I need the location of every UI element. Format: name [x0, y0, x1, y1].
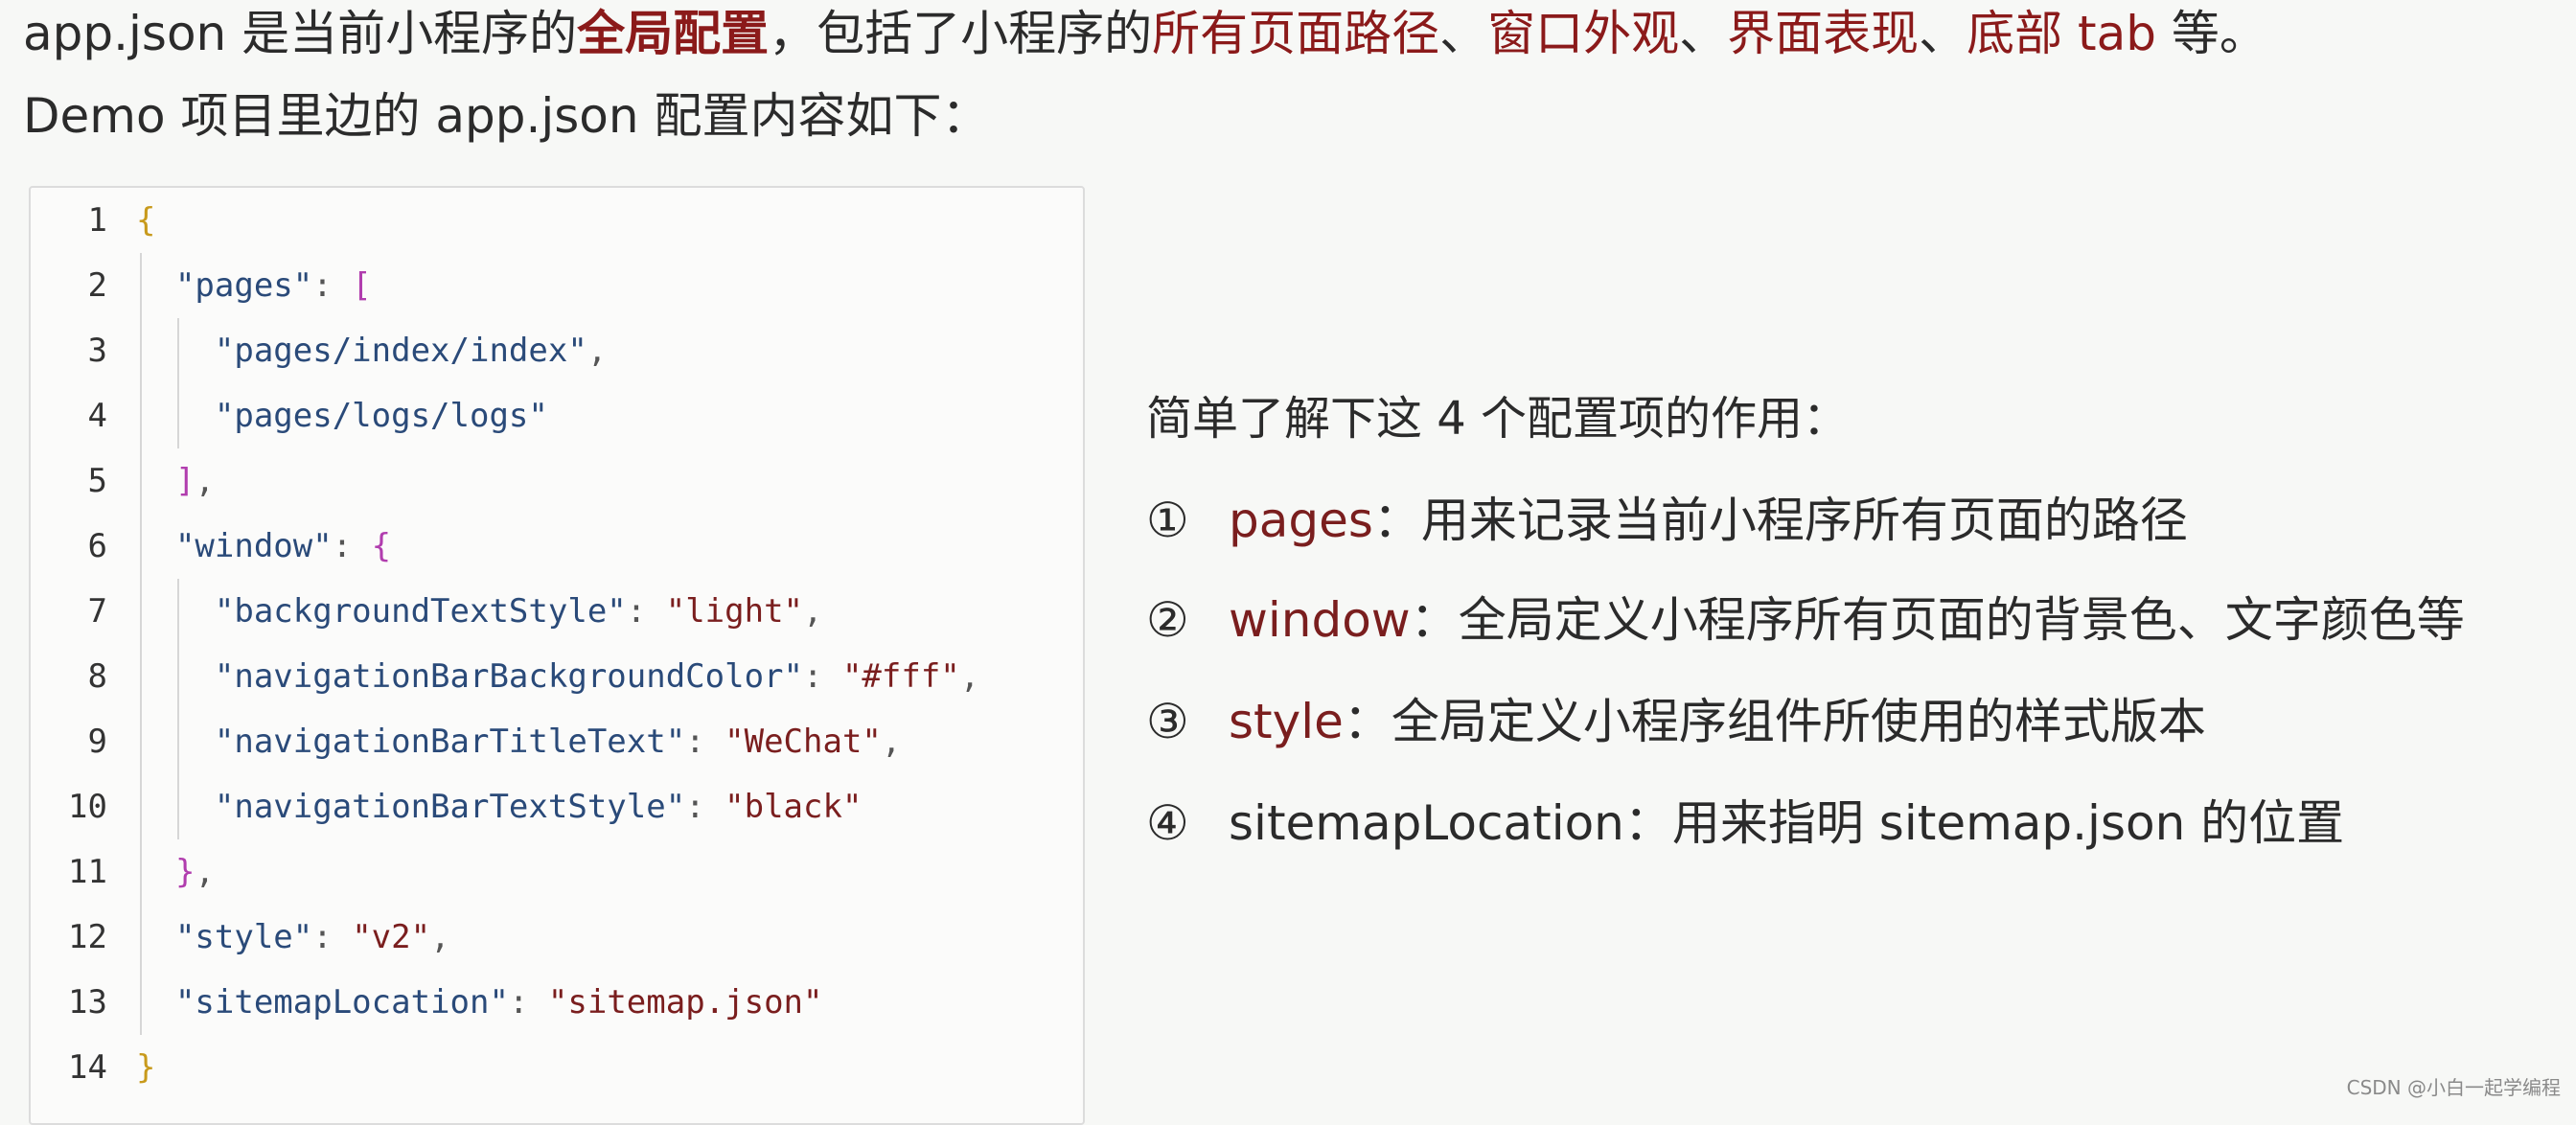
intro-text: ，包括了小程序的	[769, 6, 1153, 61]
code-text: "window": {	[174, 527, 392, 565]
line-number: 1	[87, 201, 107, 240]
highlight-bottom-tab: 底部 tab	[1966, 6, 2157, 61]
watermark: CSDN @小白一起学编程	[2346, 1076, 2561, 1099]
code-text: "pages/index/index",	[214, 332, 608, 370]
code-line: 3 "pages/index/index",	[31, 318, 1083, 383]
explain-item-pages: ① pages：用来记录当前小程序所有页面的路径	[1146, 487, 2188, 554]
code-text: }	[136, 1048, 156, 1087]
code-line: 1 {	[31, 188, 1083, 253]
item-desc: ：用来记录当前小程序所有页面的路径	[1372, 493, 2188, 548]
item-number: ③	[1146, 694, 1189, 749]
intro-text: app.json 是当前小程序的	[23, 6, 578, 61]
item-desc: ：全局定义小程序所有页面的背景色、文字颜色等	[1410, 592, 2465, 648]
code-line: 13 "sitemapLocation": "sitemap.json"	[31, 970, 1083, 1035]
intro-line-1: app.json 是当前小程序的全局配置，包括了小程序的所有页面路径、窗口外观、…	[23, 0, 2267, 67]
explain-item-style: ③ style：全局定义小程序组件所使用的样式版本	[1146, 688, 2206, 755]
line-number: 2	[87, 266, 107, 305]
item-number: ①	[1146, 493, 1189, 548]
code-text: {	[136, 201, 156, 240]
code-line: 7 "backgroundTextStyle": "light",	[31, 579, 1083, 644]
code-text: "pages/logs/logs"	[214, 397, 548, 435]
line-number: 8	[87, 657, 107, 696]
explain-heading: 简单了解下这 4 个配置项的作用：	[1146, 392, 1850, 446]
line-number: 14	[68, 1048, 107, 1087]
line-number: 5	[87, 462, 107, 500]
highlight-page-paths: 所有页面路径	[1152, 6, 1440, 61]
code-block: 1 { 2 "pages": [ 3 "pages/index/index", …	[29, 186, 1085, 1125]
explain-item-window: ② window：全局定义小程序所有页面的背景色、文字颜色等	[1146, 586, 2465, 654]
line-number: 9	[87, 723, 107, 761]
code-text: "style": "v2",	[174, 918, 450, 956]
line-number: 7	[87, 592, 107, 631]
code-text: ],	[174, 462, 215, 500]
line-number: 11	[68, 853, 107, 891]
item-desc: ：全局定义小程序组件所使用的样式版本	[1343, 694, 2206, 749]
intro-line-2: Demo 项目里边的 app.json 配置内容如下：	[23, 88, 990, 144]
code-line: 12 "style": "v2",	[31, 905, 1083, 970]
code-line: 2 "pages": [	[31, 253, 1083, 318]
code-text: "backgroundTextStyle": "light",	[214, 592, 823, 631]
item-desc: ：用来指明 sitemap.json 的位置	[1623, 795, 2345, 851]
item-key: sitemapLocation	[1229, 795, 1624, 851]
line-number: 3	[87, 332, 107, 370]
line-number: 13	[68, 983, 107, 1022]
line-number: 10	[68, 788, 107, 826]
code-line: 6 "window": {	[31, 514, 1083, 579]
code-line: 11 },	[31, 839, 1083, 905]
line-number: 12	[68, 918, 107, 956]
item-key: style	[1229, 694, 1344, 749]
code-text: "navigationBarBackgroundColor": "#fff",	[214, 657, 980, 696]
code-text: "pages": [	[174, 266, 372, 305]
highlight-ui-performance: 界面表现	[1727, 6, 1920, 61]
code-text: "navigationBarTitleText": "WeChat",	[214, 723, 902, 761]
code-line: 8 "navigationBarBackgroundColor": "#fff"…	[31, 644, 1083, 709]
global-config-highlight: 全局配置	[577, 6, 770, 61]
explain-item-sitemap-location: ④ sitemapLocation：用来指明 sitemap.json 的位置	[1146, 790, 2344, 857]
separator: 、	[1439, 6, 1488, 61]
code-line: 14 }	[31, 1035, 1083, 1100]
intro-text: 等。	[2156, 6, 2267, 61]
item-number: ④	[1146, 795, 1189, 851]
code-line: 9 "navigationBarTitleText": "WeChat",	[31, 709, 1083, 774]
code-text: },	[174, 853, 215, 891]
item-number: ②	[1146, 592, 1189, 648]
code-line: 10 "navigationBarTextStyle": "black"	[31, 774, 1083, 839]
code-line: 5 ],	[31, 448, 1083, 514]
code-line: 4 "pages/logs/logs"	[31, 383, 1083, 448]
separator: 、	[1919, 6, 1967, 61]
item-key: window	[1229, 592, 1411, 648]
line-number: 4	[87, 397, 107, 435]
highlight-window-appearance: 窗口外观	[1487, 6, 1680, 61]
separator: 、	[1679, 6, 1728, 61]
code-text: "sitemapLocation": "sitemap.json"	[174, 983, 823, 1022]
item-key: pages	[1229, 493, 1373, 548]
line-number: 6	[87, 527, 107, 565]
code-text: "navigationBarTextStyle": "black"	[214, 788, 862, 826]
